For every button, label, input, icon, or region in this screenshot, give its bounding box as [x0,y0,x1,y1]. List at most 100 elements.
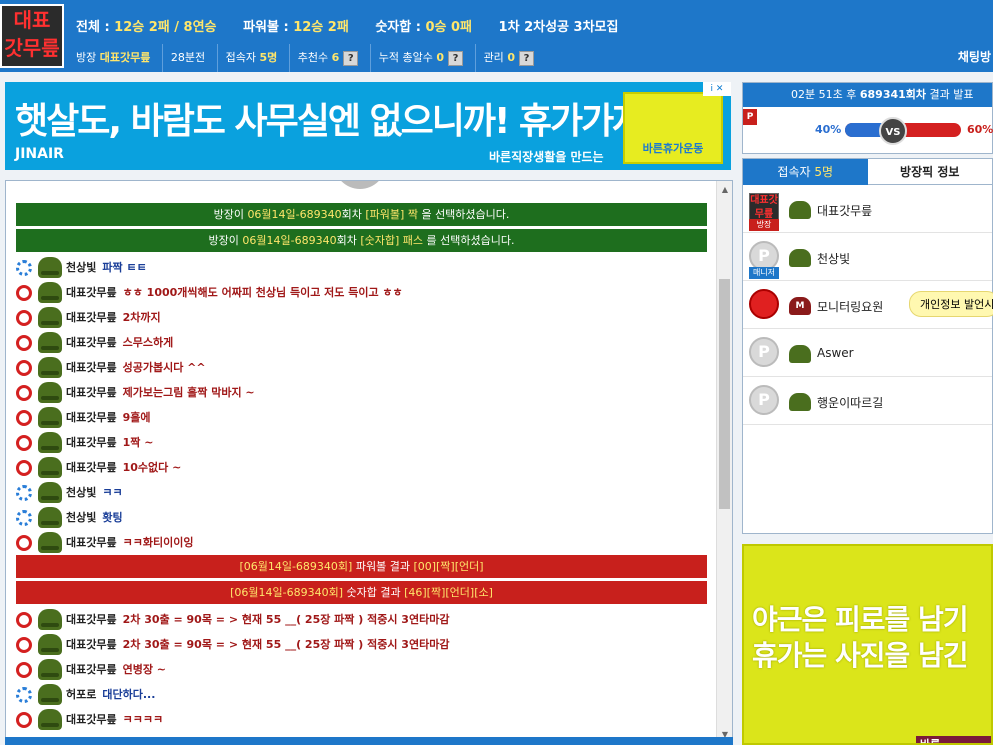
chat-bottom-bar [5,737,733,745]
chat-nickname[interactable]: 대표갓무릎 [66,311,117,324]
chat-nickname[interactable]: 대표갓무릎 [66,461,117,474]
chat-nickname[interactable]: 대표갓무릎 [66,336,117,349]
gift-count: 누적 총알수 0? [369,44,471,72]
chat-text: ㅎㅎ 1000개씩해도 어짜피 천상님 득이고 저도 득이고 ㅎㅎ [122,286,403,299]
user-row[interactable]: P 매니저 천상빛 [743,233,992,281]
rank-cap-icon [38,307,62,328]
chat-message: 대표갓무릎 ㅋㅋㅋㅋ [16,707,707,732]
header-bar: 대표 갓무릎 전체 : 12승 2패 / 8연승 파워볼 : 12승 2패 숫자… [0,0,993,72]
chat-scrollbar[interactable]: ▲ ▼ [716,181,732,744]
chat-message: 허포로 대단하다... [16,682,707,707]
member-chat-icon [16,485,32,501]
logo-line-2: 갓무릎 [4,36,60,60]
elapsed-time: 28분전 [161,44,213,72]
manage-help-button[interactable]: ? [518,50,534,66]
rank-cap-icon [38,482,62,503]
record-stats: 전체 : 12승 2패 / 8연승 파워볼 : 12승 2패 숫자합 : 0승 … [76,16,640,36]
chat-text: ㅋㅋㅋㅋ [122,713,164,726]
room-logo[interactable]: 대표 갓무릎 [0,4,64,68]
user-name: 대표갓무릎 [817,204,873,218]
left-percent: 40% [815,123,842,136]
host-chat-icon [16,460,32,476]
chat-message: 대표갓무릎 2차 30출 = 90목 = > 현재 55 __( 25장 파짝 )… [16,632,707,657]
chat-nickname[interactable]: 대표갓무릎 [66,386,117,399]
chat-handle-icon[interactable] [334,181,386,189]
chat-message: 천상빛 홧팅 [16,505,707,530]
chat-nickname[interactable]: 천상빛 [66,511,96,524]
scroll-up-icon[interactable]: ▲ [720,185,730,195]
user-name: Aswer [817,346,854,360]
chat-nickname[interactable]: 대표갓무릎 [66,638,117,651]
chat-nickname[interactable]: 허포로 [66,688,96,701]
gift-help-button[interactable]: ? [448,50,464,66]
system-message-result: [06월14일-689340회] 파워볼 결과 [00][짝][언더] [16,555,707,578]
result-header: 02분 51초 후 689341회차 결과 발표 [743,83,992,107]
user-row[interactable]: P Aswer [743,329,992,377]
user-role-badge: 방장 [749,219,779,231]
host-chat-icon [16,335,32,351]
host-chat-icon [16,535,32,551]
chat-message: 천상빛 파짝 ㅌㅌ [16,255,707,280]
top-banner-ad[interactable]: 햇살도, 바람도 사무실엔 없으니까! 휴가가자! JINAIR 바른직장생활을… [5,82,731,170]
scroll-thumb[interactable] [719,279,730,509]
chat-text: 10수없다 ~ [122,461,182,474]
rank-cap-icon [38,659,62,680]
user-avatar: P [749,385,779,415]
tab-host-pick[interactable]: 방장픽 정보 [867,159,992,185]
chat-text: 파짝 ㅌㅌ [102,261,147,274]
user-tabs: 접속자 5명 방장픽 정보 [743,159,992,185]
chat-message: 천상빛 ㅋㅋ [16,480,707,505]
recommend-count: 추천수 6? [288,44,367,72]
user-row[interactable]: M 모니터링요원 개인정보 발언시 [743,281,993,329]
chat-text: 스무스하게 [122,336,174,349]
chat-nickname[interactable]: 대표갓무릎 [66,361,117,374]
user-row[interactable]: P 행운이따르길 [743,377,992,425]
chat-text: ㅋㅋ화티이이잉 [122,536,194,549]
rank-cap-icon [38,407,62,428]
chat-text: 홧팅 [102,511,123,524]
rank-cap-icon [38,532,62,553]
chat-message: 대표갓무릎 스무스하게 [16,330,707,355]
chat-nickname[interactable]: 천상빛 [66,261,96,274]
chat-text: 연병장 ~ [122,663,167,676]
chat-message: 대표갓무릎 제가보는그림 홀짝 막바지 ~ [16,380,707,405]
chat-nickname[interactable]: 대표갓무릎 [66,536,117,549]
tab-viewers[interactable]: 접속자 5명 [743,159,868,185]
chat-message: 대표갓무릎 성공가봅시다 ^^ [16,355,707,380]
stat-sum: 숫자합 : 0승 0패 [375,20,473,35]
chat-nickname[interactable]: 대표갓무릎 [66,436,117,449]
chatroom-label[interactable]: 채팅방 [958,48,991,65]
user-name: 행운이따르길 [817,396,884,410]
recommend-help-button[interactable]: ? [343,50,359,66]
user-row[interactable]: 대표갓무릎 방장 대표갓무릎 [743,185,992,233]
rank-cap-icon [789,393,811,411]
chat-text: 대단하다... [102,688,156,701]
side-banner-ad[interactable]: 야근은 피로를 남기 휴가는 사진을 남긴 바른 [742,544,993,745]
system-message-result: [06월14일-689340회] 숫자합 결과 [46][짝][언더][소] [16,581,707,604]
stat-powerball: 파워볼 : 12승 2패 [243,20,349,35]
viewer-count: 접속자 5명 [216,44,286,72]
chat-text: 제가보는그림 홀짝 막바지 ~ [122,386,255,399]
host-chat-icon [16,310,32,326]
side-ad-footer: 바른 [916,736,991,743]
host-chat-icon [16,612,32,628]
chat-nickname[interactable]: 대표갓무릎 [66,613,117,626]
ad-info-close-icon[interactable]: i ✕ [703,82,731,96]
chat-nickname[interactable]: 대표갓무릎 [66,713,117,726]
chat-nickname[interactable]: 천상빛 [66,486,96,499]
member-chat-icon [16,260,32,276]
ad-brand: JINAIR [15,146,64,162]
chat-log: 방장이 06월14일-689340회차 [파워볼] 짝 을 선택하셨습니다. 방… [16,203,707,732]
chat-nickname[interactable]: 대표갓무릎 [66,286,117,299]
rank-cap-icon [38,282,62,303]
rank-cap-icon [38,257,62,278]
chat-nickname[interactable]: 대표갓무릎 [66,411,117,424]
chat-nickname[interactable]: 대표갓무릎 [66,663,117,676]
member-chat-icon [16,687,32,703]
rank-cap-icon [38,609,62,630]
user-name: 모니터링요원 [817,300,884,314]
powerball-p-badge: P [743,109,757,125]
side-ad-line-2: 휴가는 사진을 남긴 [752,639,969,672]
room-info-bar: 방장 대표갓무릎 28분전 접속자 5명 추천수 6? 누적 총알수 0? 관리… [68,44,993,72]
user-tooltip: 개인정보 발언시 [909,291,993,317]
